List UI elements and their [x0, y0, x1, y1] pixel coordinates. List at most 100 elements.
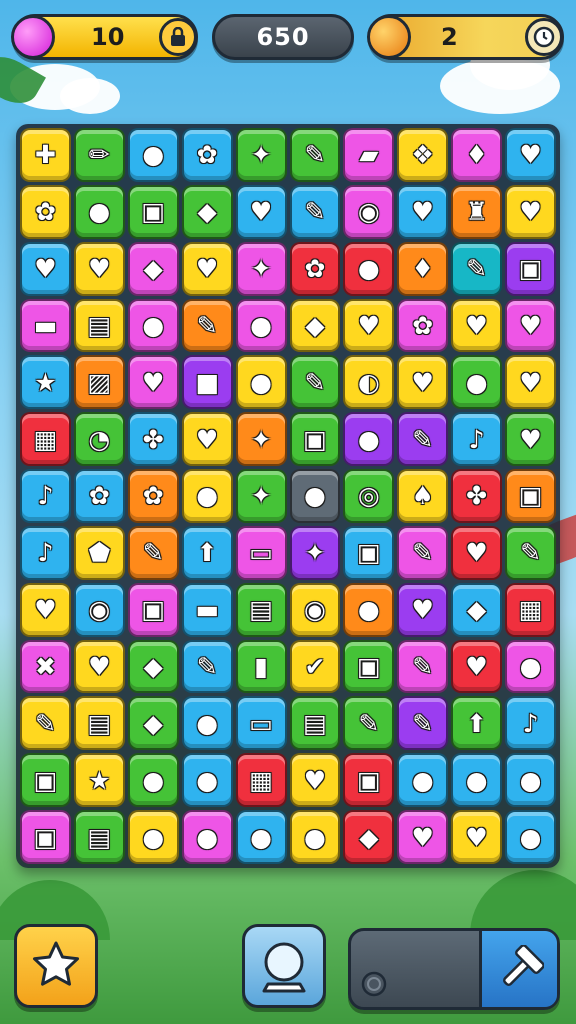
board-tile[interactable]: ✿ — [181, 128, 233, 182]
board-tile[interactable]: ✎ — [343, 696, 395, 751]
board-tile[interactable]: ▣ — [343, 753, 395, 808]
board-tile[interactable]: ✎ — [181, 639, 233, 694]
board-tile[interactable]: ✿ — [289, 241, 341, 296]
board-tile[interactable]: ♥ — [181, 241, 233, 296]
board-tile[interactable]: ⬆ — [451, 696, 503, 751]
board-tile[interactable]: ● — [505, 639, 556, 694]
board-tile[interactable]: ★ — [20, 355, 71, 410]
board-tile[interactable]: ● — [505, 810, 556, 864]
board-tile[interactable]: ▦ — [235, 753, 287, 808]
board-tile[interactable]: ▮ — [235, 639, 287, 694]
board-tile[interactable]: ♥ — [505, 355, 556, 410]
board-tile[interactable]: ♥ — [397, 355, 449, 410]
board-tile[interactable]: ● — [235, 298, 287, 353]
board-tile[interactable]: ● — [127, 810, 179, 864]
board-tile[interactable]: ♥ — [343, 298, 395, 353]
board-tile[interactable]: ♥ — [181, 412, 233, 467]
board-tile[interactable]: ♥ — [451, 810, 503, 864]
board-tile[interactable]: ◆ — [127, 639, 179, 694]
board-tile[interactable]: ♥ — [505, 128, 556, 182]
clock-icon[interactable] — [525, 18, 563, 56]
board-tile[interactable]: ♦ — [451, 128, 503, 182]
board-tile[interactable]: ● — [73, 184, 125, 239]
board-tile[interactable]: ◎ — [343, 469, 395, 523]
board-tile[interactable]: ♪ — [451, 412, 503, 467]
board-tile[interactable]: ● — [451, 753, 503, 808]
board-tile[interactable]: ▣ — [343, 525, 395, 580]
board-tile[interactable]: ● — [451, 355, 503, 410]
board-tile[interactable]: ▣ — [20, 753, 71, 808]
board-tile[interactable]: ● — [235, 810, 287, 864]
board-tile[interactable]: ✿ — [127, 469, 179, 523]
board-tile[interactable]: ● — [127, 753, 179, 808]
board-tile[interactable]: ✿ — [397, 298, 449, 353]
board-tile[interactable]: ♦ — [397, 241, 449, 296]
board-tile[interactable]: ❖ — [397, 128, 449, 182]
board-tile[interactable]: ● — [289, 810, 341, 864]
board-tile[interactable]: ✿ — [73, 469, 125, 523]
board-tile[interactable]: ✿ — [20, 184, 71, 239]
board-tile[interactable]: ◆ — [451, 582, 503, 637]
board-tile[interactable]: ✎ — [397, 525, 449, 580]
board-tile[interactable]: ▤ — [235, 582, 287, 637]
board-tile[interactable]: ♥ — [451, 525, 503, 580]
board-tile[interactable]: ▤ — [73, 810, 125, 864]
board-tile[interactable]: ◆ — [343, 810, 395, 864]
board-tile[interactable]: ✦ — [235, 241, 287, 296]
board-tile[interactable]: ♜ — [451, 184, 503, 239]
board-tile[interactable]: ✎ — [127, 525, 179, 580]
board-tile[interactable]: ◐ — [343, 355, 395, 410]
board-tile[interactable]: ✎ — [289, 128, 341, 182]
board-tile[interactable]: ▦ — [505, 582, 556, 637]
board-tile[interactable]: ● — [181, 810, 233, 864]
board-tile[interactable]: ✤ — [127, 412, 179, 467]
board-tile[interactable]: ▬ — [20, 298, 71, 353]
board-tile[interactable]: ● — [397, 753, 449, 808]
board-tile[interactable]: ● — [343, 582, 395, 637]
board-tile[interactable]: ♪ — [20, 525, 71, 580]
board-tile[interactable]: ▣ — [127, 184, 179, 239]
board-tile[interactable]: ★ — [73, 753, 125, 808]
board-tile[interactable]: ● — [343, 241, 395, 296]
board-tile[interactable]: ▣ — [505, 241, 556, 296]
board-tile[interactable]: ✎ — [397, 639, 449, 694]
board-tile[interactable]: ✎ — [397, 412, 449, 467]
board-tile[interactable]: ⬟ — [73, 525, 125, 580]
board-tile[interactable]: ♥ — [73, 241, 125, 296]
board-tile[interactable]: ♥ — [289, 753, 341, 808]
board-tile[interactable]: ▣ — [20, 810, 71, 864]
board-tile[interactable]: ✏ — [73, 128, 125, 182]
board-tile[interactable]: ▤ — [73, 298, 125, 353]
board-tile[interactable]: ♠ — [397, 469, 449, 523]
board-tile[interactable]: ● — [181, 696, 233, 751]
board-tile[interactable]: ● — [181, 753, 233, 808]
board-tile[interactable]: ♥ — [397, 582, 449, 637]
board-tile[interactable]: ♥ — [451, 639, 503, 694]
board-tile[interactable]: ◆ — [127, 241, 179, 296]
board-tile[interactable]: ✎ — [397, 696, 449, 751]
board-tile[interactable]: ✦ — [235, 128, 287, 182]
board-tile[interactable]: ▤ — [73, 696, 125, 751]
board-tile[interactable]: ♥ — [20, 582, 71, 637]
board-tile[interactable]: ♥ — [451, 298, 503, 353]
board-tile[interactable]: ◆ — [181, 184, 233, 239]
booster-tray[interactable] — [348, 928, 560, 1010]
board-tile[interactable]: ✖ — [20, 639, 71, 694]
board-tile[interactable]: ● — [181, 469, 233, 523]
board-tile[interactable]: ▨ — [73, 355, 125, 410]
board-tile[interactable]: ● — [343, 412, 395, 467]
board-tile[interactable]: ♥ — [505, 412, 556, 467]
board-tile[interactable]: ✚ — [20, 128, 71, 182]
board-tile[interactable]: ◉ — [289, 582, 341, 637]
board-tile[interactable]: ● — [289, 469, 341, 523]
board-tile[interactable]: ▣ — [127, 582, 179, 637]
board-tile[interactable]: ▤ — [289, 696, 341, 751]
board-tile[interactable]: ✎ — [451, 241, 503, 296]
board-tile[interactable]: ◉ — [343, 184, 395, 239]
board-tile[interactable]: ▣ — [505, 469, 556, 523]
board-tile[interactable]: ♥ — [505, 298, 556, 353]
board-tile[interactable]: ♥ — [505, 184, 556, 239]
board-tile[interactable]: ▭ — [235, 696, 287, 751]
hammer-button[interactable] — [479, 931, 557, 1007]
board-tile[interactable]: ✦ — [289, 525, 341, 580]
